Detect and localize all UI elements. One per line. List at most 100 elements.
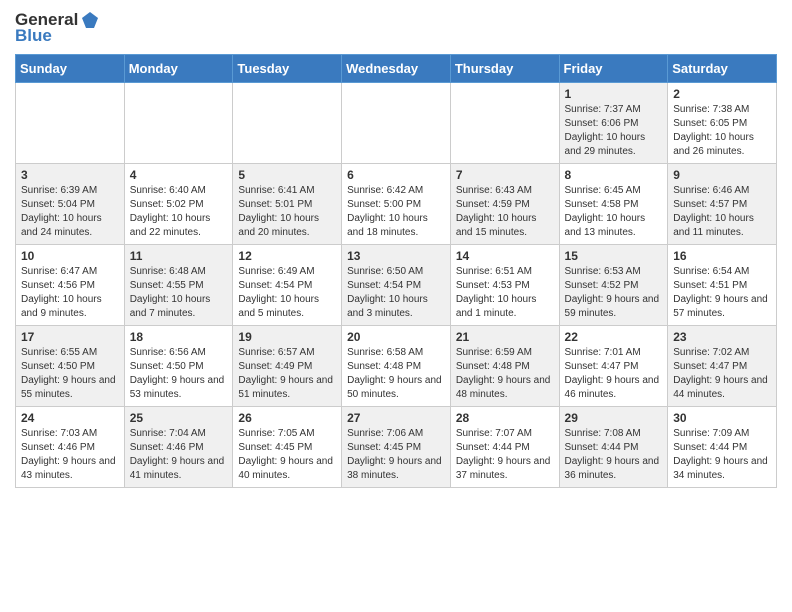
day-number: 23 [673, 330, 771, 344]
day-number: 19 [238, 330, 336, 344]
calendar-cell: 13Sunrise: 6:50 AM Sunset: 4:54 PM Dayli… [342, 245, 451, 326]
calendar-week-row: 10 Sunrise: 6:47 AM Sunset: 4:56 PM Dayli… [16, 245, 777, 326]
day-number: 6 [347, 168, 445, 182]
day-info: Sunrise: 7:08 AM Sunset: 4:44 PM Dayligh… [565, 427, 663, 483]
calendar-cell: 16 Sunrise: 6:54 AM Sunset: 4:51 PM Dayli… [668, 245, 777, 326]
calendar-cell: 3 Sunrise: 6:39 AM Sunset: 5:04 PM Daylig… [16, 164, 125, 245]
day-info: Sunrise: 6:41 AM Sunset: 5:01 PM Dayligh… [238, 184, 336, 240]
calendar-week-row: 3 Sunrise: 6:39 AM Sunset: 5:04 PM Daylig… [16, 164, 777, 245]
calendar-cell [450, 83, 559, 164]
calendar-cell: 26 Sunrise: 7:05 AM Sunset: 4:45 PM Dayli… [233, 407, 342, 488]
day-number: 22 [565, 330, 663, 344]
day-number: 30 [673, 411, 771, 425]
logo-flag-icon [80, 10, 100, 30]
header: General Blue [15, 10, 777, 46]
day-info: Sunrise: 6:43 AM Sunset: 4:59 PM Dayligh… [456, 184, 554, 240]
day-info: Sunrise: 6:46 AM Sunset: 4:57 PM Dayligh… [673, 184, 771, 240]
calendar-header-row: SundayMondayTuesdayWednesdayThursdayFrid… [16, 55, 777, 83]
day-number: 13 [347, 249, 445, 263]
logo-blue: Blue [15, 26, 52, 46]
day-info: Sunrise: 6:40 AM Sunset: 5:02 PM Dayligh… [130, 184, 228, 240]
day-info: Sunrise: 6:39 AM Sunset: 5:04 PM Dayligh… [21, 184, 119, 240]
calendar: SundayMondayTuesdayWednesdayThursdayFrid… [15, 54, 777, 488]
day-number: 21 [456, 330, 554, 344]
day-number: 8 [565, 168, 663, 182]
day-number: 28 [456, 411, 554, 425]
day-info: Sunrise: 7:02 AM Sunset: 4:47 PM Dayligh… [673, 346, 771, 402]
day-info: Sunrise: 7:09 AM Sunset: 4:44 PM Dayligh… [673, 427, 771, 483]
calendar-header-friday: Friday [559, 55, 668, 83]
day-info: Sunrise: 6:47 AM Sunset: 4:56 PM Dayligh… [21, 265, 119, 321]
calendar-cell: 7Sunrise: 6:43 AM Sunset: 4:59 PM Daylig… [450, 164, 559, 245]
calendar-cell: 11 Sunrise: 6:48 AM Sunset: 4:55 PM Dayli… [124, 245, 233, 326]
calendar-cell [233, 83, 342, 164]
day-number: 17 [21, 330, 119, 344]
day-info: Sunrise: 7:01 AM Sunset: 4:47 PM Dayligh… [565, 346, 663, 402]
day-number: 5 [238, 168, 336, 182]
day-info: Sunrise: 6:53 AM Sunset: 4:52 PM Dayligh… [565, 265, 663, 321]
logo: General Blue [15, 10, 100, 46]
day-number: 25 [130, 411, 228, 425]
day-number: 10 [21, 249, 119, 263]
calendar-header-sunday: Sunday [16, 55, 125, 83]
calendar-cell: 29 Sunrise: 7:08 AM Sunset: 4:44 PM Dayli… [559, 407, 668, 488]
day-info: Sunrise: 6:49 AM Sunset: 4:54 PM Dayligh… [238, 265, 336, 321]
calendar-cell [16, 83, 125, 164]
day-number: 4 [130, 168, 228, 182]
calendar-cell: 9 Sunrise: 6:46 AM Sunset: 4:57 PM Daylig… [668, 164, 777, 245]
day-number: 11 [130, 249, 228, 263]
calendar-cell: 14Sunrise: 6:51 AM Sunset: 4:53 PM Dayli… [450, 245, 559, 326]
day-info: Sunrise: 7:37 AM Sunset: 6:06 PM Dayligh… [565, 103, 663, 159]
day-info: Sunrise: 6:54 AM Sunset: 4:51 PM Dayligh… [673, 265, 771, 321]
calendar-cell: 27Sunrise: 7:06 AM Sunset: 4:45 PM Dayli… [342, 407, 451, 488]
day-number: 12 [238, 249, 336, 263]
calendar-cell: 1Sunrise: 7:37 AM Sunset: 6:06 PM Daylig… [559, 83, 668, 164]
day-info: Sunrise: 7:38 AM Sunset: 6:05 PM Dayligh… [673, 103, 771, 159]
calendar-cell: 15 Sunrise: 6:53 AM Sunset: 4:52 PM Dayli… [559, 245, 668, 326]
day-number: 2 [673, 87, 771, 101]
calendar-header-thursday: Thursday [450, 55, 559, 83]
calendar-week-row: 24Sunrise: 7:03 AM Sunset: 4:46 PM Dayli… [16, 407, 777, 488]
day-number: 27 [347, 411, 445, 425]
calendar-cell: 20 Sunrise: 6:58 AM Sunset: 4:48 PM Dayli… [342, 326, 451, 407]
calendar-cell: 25Sunrise: 7:04 AM Sunset: 4:46 PM Dayli… [124, 407, 233, 488]
calendar-cell: 28 Sunrise: 7:07 AM Sunset: 4:44 PM Dayli… [450, 407, 559, 488]
day-info: Sunrise: 6:55 AM Sunset: 4:50 PM Dayligh… [21, 346, 119, 402]
calendar-cell: 17 Sunrise: 6:55 AM Sunset: 4:50 PM Dayli… [16, 326, 125, 407]
day-info: Sunrise: 7:05 AM Sunset: 4:45 PM Dayligh… [238, 427, 336, 483]
calendar-cell: 10 Sunrise: 6:47 AM Sunset: 4:56 PM Dayli… [16, 245, 125, 326]
calendar-cell: 19Sunrise: 6:57 AM Sunset: 4:49 PM Dayli… [233, 326, 342, 407]
calendar-cell: 5 Sunrise: 6:41 AM Sunset: 5:01 PM Daylig… [233, 164, 342, 245]
calendar-cell: 12 Sunrise: 6:49 AM Sunset: 4:54 PM Dayli… [233, 245, 342, 326]
calendar-cell: 18 Sunrise: 6:56 AM Sunset: 4:50 PM Dayli… [124, 326, 233, 407]
calendar-header-saturday: Saturday [668, 55, 777, 83]
day-info: Sunrise: 6:48 AM Sunset: 4:55 PM Dayligh… [130, 265, 228, 321]
day-info: Sunrise: 7:07 AM Sunset: 4:44 PM Dayligh… [456, 427, 554, 483]
day-number: 29 [565, 411, 663, 425]
calendar-week-row: 17 Sunrise: 6:55 AM Sunset: 4:50 PM Dayli… [16, 326, 777, 407]
day-info: Sunrise: 7:03 AM Sunset: 4:46 PM Dayligh… [21, 427, 119, 483]
calendar-header-monday: Monday [124, 55, 233, 83]
calendar-cell: 22 Sunrise: 7:01 AM Sunset: 4:47 PM Dayli… [559, 326, 668, 407]
day-number: 3 [21, 168, 119, 182]
day-number: 9 [673, 168, 771, 182]
day-info: Sunrise: 6:45 AM Sunset: 4:58 PM Dayligh… [565, 184, 663, 240]
day-info: Sunrise: 6:58 AM Sunset: 4:48 PM Dayligh… [347, 346, 445, 402]
day-number: 14 [456, 249, 554, 263]
day-number: 26 [238, 411, 336, 425]
calendar-week-row: 1Sunrise: 7:37 AM Sunset: 6:06 PM Daylig… [16, 83, 777, 164]
calendar-cell: 2 Sunrise: 7:38 AM Sunset: 6:05 PM Daylig… [668, 83, 777, 164]
calendar-header-tuesday: Tuesday [233, 55, 342, 83]
calendar-cell [342, 83, 451, 164]
day-number: 18 [130, 330, 228, 344]
calendar-cell: 21 Sunrise: 6:59 AM Sunset: 4:48 PM Dayli… [450, 326, 559, 407]
day-number: 20 [347, 330, 445, 344]
day-number: 15 [565, 249, 663, 263]
calendar-cell: 4 Sunrise: 6:40 AM Sunset: 5:02 PM Daylig… [124, 164, 233, 245]
calendar-cell: 24Sunrise: 7:03 AM Sunset: 4:46 PM Dayli… [16, 407, 125, 488]
calendar-header-wednesday: Wednesday [342, 55, 451, 83]
day-info: Sunrise: 6:56 AM Sunset: 4:50 PM Dayligh… [130, 346, 228, 402]
day-info: Sunrise: 6:59 AM Sunset: 4:48 PM Dayligh… [456, 346, 554, 402]
calendar-cell: 8 Sunrise: 6:45 AM Sunset: 4:58 PM Daylig… [559, 164, 668, 245]
day-number: 16 [673, 249, 771, 263]
